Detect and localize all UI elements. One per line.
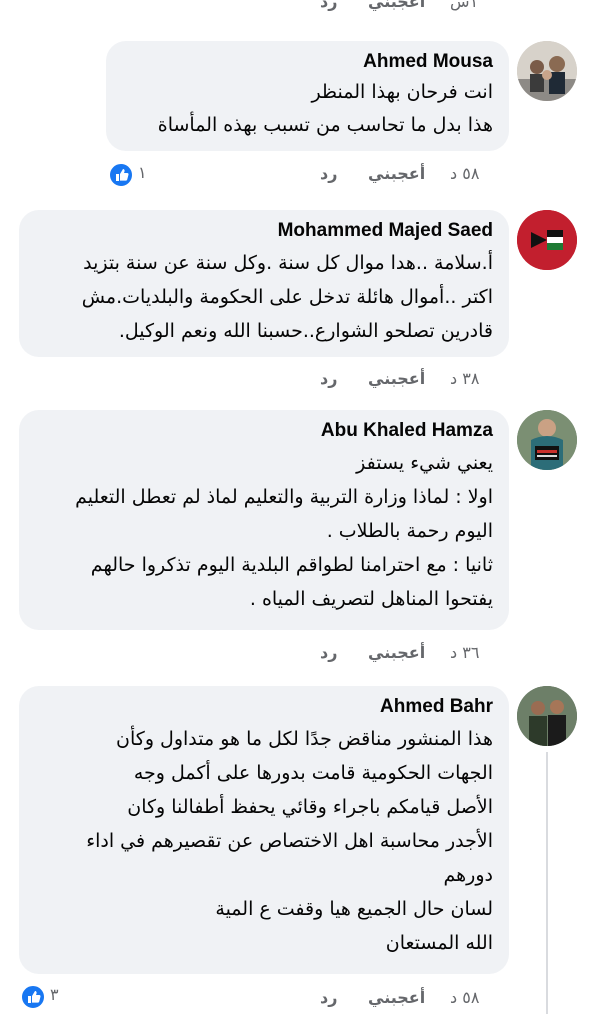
like-link[interactable]: أعجبني xyxy=(368,164,425,183)
comment-line: الجهات الحكومية قامت بدورها على أكمل وجه xyxy=(133,762,493,784)
comment-line: لسان حال الجميع هيا وقفت ع المية xyxy=(215,898,493,920)
comment-time[interactable]: ٣٦ د xyxy=(450,643,479,662)
comment-line: يعني شيء يستفز xyxy=(356,452,493,474)
avatar[interactable] xyxy=(517,410,577,470)
avatar[interactable] xyxy=(517,210,577,270)
comment-text: هذا المنشور مناقض جدًا لكل ما هو متداول … xyxy=(35,722,493,960)
comment-author[interactable]: Mohammed Majed Saed xyxy=(35,220,493,242)
reply-link[interactable]: رد xyxy=(320,164,337,183)
comment-line: يفتحوا المناهل لتصريف المياه . xyxy=(249,588,493,610)
comment-bubble: Ahmed Bahr هذا المنشور مناقض جدًا لكل ما… xyxy=(19,686,509,974)
avatar-logo xyxy=(517,210,577,270)
comment-actions: رد أعجبني ٥٨ د xyxy=(300,988,500,1018)
reply-link[interactable]: رد xyxy=(320,643,337,662)
comment-time[interactable]: ٥٨ د xyxy=(450,164,479,183)
comment-line: اكتر ..أموال هائلة تدخل على الحكومة والب… xyxy=(81,286,493,308)
comment-actions: رد أعجبني ٣٨ د xyxy=(300,369,500,399)
comment-time[interactable]: ٥٨ د xyxy=(450,988,479,1007)
reply-link[interactable]: رد xyxy=(320,988,337,1007)
comment-line: الله المستعان xyxy=(385,932,493,954)
thread-line xyxy=(546,752,548,1014)
comment-time[interactable]: ٣٨ د xyxy=(450,369,479,388)
reaction-count: ٣ xyxy=(50,985,59,1004)
like-link[interactable]: أعجبني xyxy=(368,369,425,388)
like-reaction-icon xyxy=(20,984,46,1010)
comment-line: اولا : لماذا وزارة التربية والتعليم لماذ… xyxy=(75,486,493,508)
comment-line: ثانيا : مع احترامنا لطواقم البلدية اليوم… xyxy=(90,554,493,576)
comment-text: أ.سلامة ..هدا موال كل سنة .وكل سنة عن سن… xyxy=(35,246,493,348)
comment-line: قادرين تصلحو الشوارع..حسبنا الله ونعم ال… xyxy=(118,320,493,342)
avatar[interactable] xyxy=(517,686,577,746)
comment-line: اليوم رحمة بالطلاب . xyxy=(326,520,493,542)
like-reaction-icon xyxy=(108,162,134,188)
comment-line: دورهم xyxy=(443,864,493,886)
like-link[interactable]: أعجبني xyxy=(368,988,425,1007)
reaction-summary[interactable]: ٣ xyxy=(20,984,70,1010)
comment-bubble: Mohammed Majed Saed أ.سلامة ..هدا موال ك… xyxy=(19,210,509,357)
comment-author[interactable]: Ahmed Mousa xyxy=(122,51,493,73)
comment-time[interactable]: ١س xyxy=(450,0,478,11)
comment-line: هذا بدل ما تحاسب من تسبب بهذه المأساة xyxy=(157,114,493,136)
reaction-summary[interactable]: ١ xyxy=(108,162,158,188)
comment-bubble: Ahmed Mousa انت فرحان بهذا المنظر هذا بد… xyxy=(106,41,509,151)
reaction-count: ١ xyxy=(138,163,147,182)
comment-line: انت فرحان بهذا المنظر xyxy=(311,81,493,103)
avatar-photo xyxy=(517,41,577,101)
comment-actions: رد أعجبني ٣٦ د xyxy=(300,643,500,673)
comment-text: انت فرحان بهذا المنظر هذا بدل ما تحاسب م… xyxy=(122,77,493,143)
comment-text: يعني شيء يستفز اولا : لماذا وزارة التربي… xyxy=(35,446,493,616)
comment-author[interactable]: Ahmed Bahr xyxy=(35,696,493,718)
comment-line: الأصل قيامكم باجراء وقائي يحفظ أطفالنا و… xyxy=(127,796,493,818)
like-link[interactable]: أعجبني xyxy=(368,0,425,11)
avatar[interactable] xyxy=(517,41,577,101)
comment-line: هذا المنشور مناقض جدًا لكل ما هو متداول … xyxy=(116,728,493,750)
comment-line: أ.سلامة ..هدا موال كل سنة .وكل سنة عن سن… xyxy=(83,252,493,274)
comment-actions-top: رد أعجبني ١س xyxy=(300,0,480,22)
reply-link[interactable]: رد xyxy=(320,369,337,388)
comment-actions: رد أعجبني ٥٨ د xyxy=(300,164,500,194)
comment-author[interactable]: Abu Khaled Hamza xyxy=(35,420,493,442)
avatar-photo xyxy=(517,686,577,746)
avatar-photo xyxy=(517,410,577,470)
reply-link[interactable]: رد xyxy=(320,0,337,11)
like-link[interactable]: أعجبني xyxy=(368,643,425,662)
comment-line: الأجدر محاسبة اهل الاختصاص عن تقصيرهم في… xyxy=(86,830,493,852)
comment-bubble: Abu Khaled Hamza يعني شيء يستفز اولا : ل… xyxy=(19,410,509,630)
